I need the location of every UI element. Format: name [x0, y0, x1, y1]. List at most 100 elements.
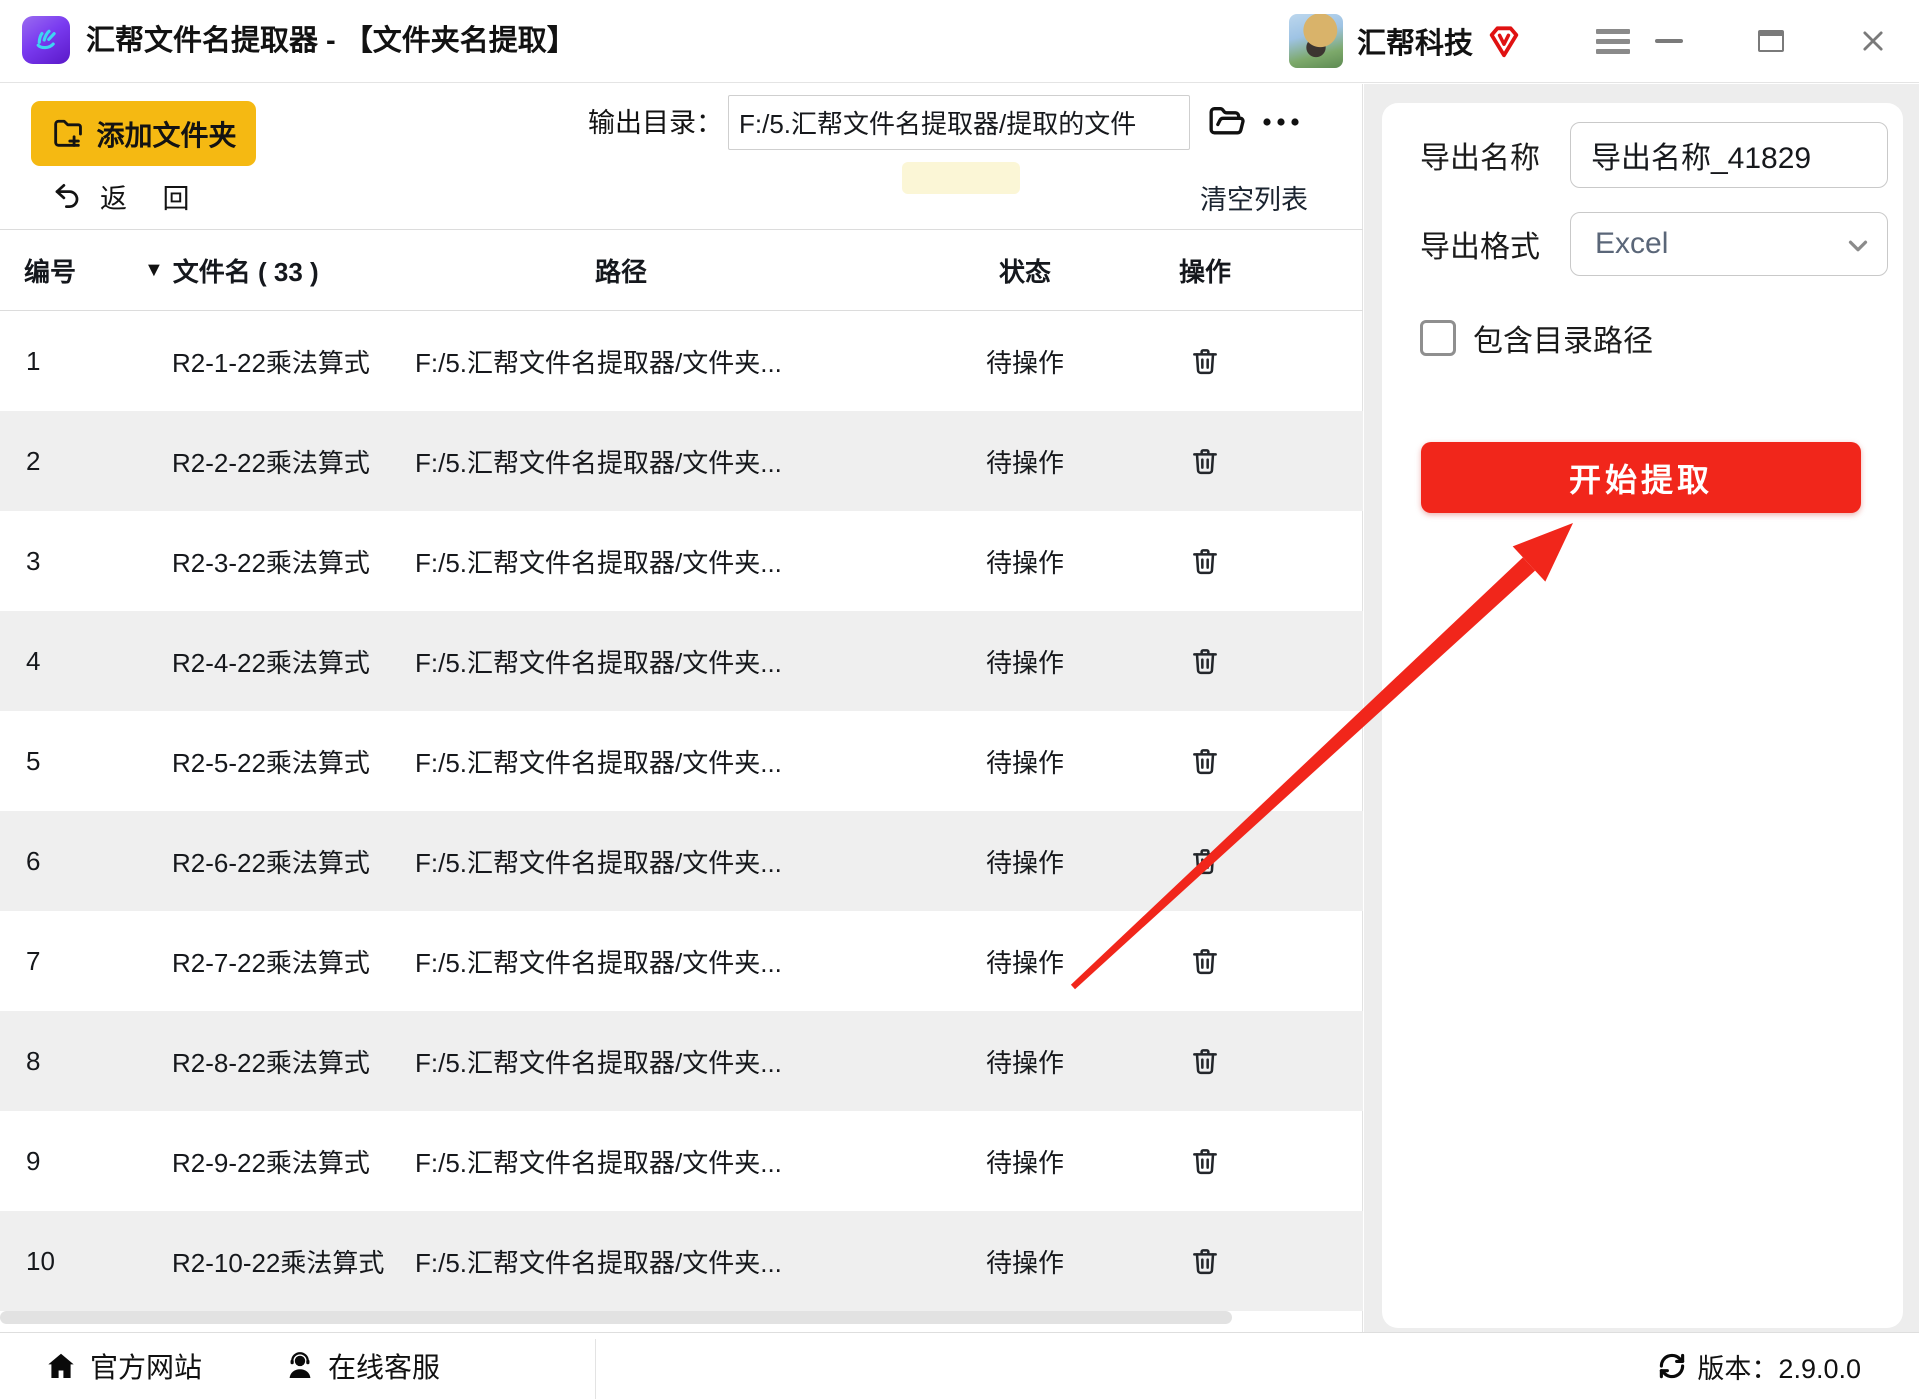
table-row[interactable]: 6 R2-6-22乘法算式 F:/5.汇帮文件名提取器/文件夹... 待操作 — [0, 811, 1363, 911]
close-button[interactable] — [1845, 0, 1901, 82]
statusbar: 官方网站 在线客服 版本：2.9.0.0 — [0, 1332, 1919, 1399]
row-filename: R2-10-22乘法算式 — [172, 1247, 385, 1278]
row-filename: R2-9-22乘法算式 — [172, 1147, 370, 1178]
table-row[interactable]: 1 R2-1-22乘法算式 F:/5.汇帮文件名提取器/文件夹... 待操作 — [0, 311, 1363, 411]
table-row[interactable]: 5 R2-5-22乘法算式 F:/5.汇帮文件名提取器/文件夹... 待操作 — [0, 711, 1363, 811]
export-name-input[interactable] — [1570, 122, 1888, 188]
export-format-label: 导出格式 — [1420, 231, 1540, 264]
vip-badge-icon — [1485, 22, 1523, 60]
header-action: 操作 — [1178, 256, 1231, 287]
table-row[interactable]: 10 R2-10-22乘法算式 F:/5.汇帮文件名提取器/文件夹... 待操作 — [0, 1211, 1363, 1311]
header-filename[interactable]: ▼ 文件名 ( 33 ) — [140, 252, 410, 289]
export-name-label: 导出名称 — [1420, 142, 1540, 175]
delete-row-button[interactable] — [1185, 541, 1225, 581]
trash-icon — [1193, 1149, 1217, 1175]
export-format-select[interactable]: Excel — [1570, 212, 1888, 276]
app-window: 汇帮文件名提取器 - 【文件夹名提取】 汇帮科技 添加文件夹 输出目录： F:/… — [0, 0, 1919, 1399]
table-row[interactable]: 9 R2-9-22乘法算式 F:/5.汇帮文件名提取器/文件夹... 待操作 — [0, 1111, 1363, 1211]
trash-icon — [1193, 1249, 1217, 1275]
hamburger-icon — [1596, 28, 1630, 54]
row-index: 1 — [26, 345, 41, 376]
export-side-panel: 导出名称 导出格式 Excel 包含目录路径 开始提取 — [1364, 84, 1919, 1332]
row-filename: R2-4-22乘法算式 — [172, 647, 370, 678]
home-icon — [48, 1353, 74, 1378]
row-status-badge: 待操作 — [985, 547, 1064, 578]
row-filename: R2-6-22乘法算式 — [172, 847, 370, 878]
chevron-down-icon — [1848, 240, 1868, 252]
row-index: 4 — [26, 645, 41, 676]
row-path: F:/5.汇帮文件名提取器/文件夹... — [415, 1147, 782, 1178]
brand-name: 汇帮科技 — [1356, 28, 1473, 60]
row-filename: R2-8-22乘法算式 — [172, 1047, 370, 1078]
table-row[interactable]: 4 R2-4-22乘法算式 F:/5.汇帮文件名提取器/文件夹... 待操作 — [0, 611, 1363, 711]
user-avatar[interactable] — [1288, 14, 1343, 68]
export-settings-card: 导出名称 导出格式 Excel 包含目录路径 开始提取 — [1382, 103, 1903, 1328]
include-path-label: 包含目录路径 — [1473, 325, 1653, 358]
include-path-checkbox[interactable] — [1420, 320, 1456, 356]
row-index: 6 — [26, 845, 41, 876]
footer-divider — [595, 1339, 596, 1399]
horizontal-scrollbar[interactable] — [0, 1311, 1352, 1324]
delete-row-button[interactable] — [1185, 741, 1225, 781]
table-row[interactable]: 8 R2-8-22乘法算式 F:/5.汇帮文件名提取器/文件夹... 待操作 — [0, 1011, 1363, 1111]
row-index: 8 — [26, 1045, 41, 1076]
add-folder-button[interactable]: 添加文件夹 — [31, 101, 256, 166]
row-status-badge: 待操作 — [985, 1047, 1064, 1078]
delete-row-button[interactable] — [1185, 1241, 1225, 1281]
row-path: F:/5.汇帮文件名提取器/文件夹... — [415, 747, 782, 778]
delete-row-button[interactable] — [1185, 641, 1225, 681]
add-folder-label: 添加文件夹 — [96, 119, 237, 151]
open-folder-icon — [1209, 106, 1245, 134]
row-index: 10 — [26, 1245, 55, 1276]
sort-descending-icon[interactable]: ▼ — [144, 259, 164, 282]
delete-row-button[interactable] — [1185, 841, 1225, 881]
delete-row-button[interactable] — [1185, 1041, 1225, 1081]
official-website-link[interactable]: 官方网站 — [44, 1333, 202, 1399]
row-status-badge: 待操作 — [985, 1147, 1064, 1178]
export-format-row: 导出格式 Excel — [1420, 212, 1903, 276]
browse-folder-button[interactable] — [1201, 101, 1253, 145]
back-button[interactable]: 返 回 — [50, 176, 204, 216]
table-row[interactable]: 7 R2-7-22乘法算式 F:/5.汇帮文件名提取器/文件夹... 待操作 — [0, 911, 1363, 1011]
customer-service-icon — [289, 1352, 311, 1378]
table-row[interactable]: 3 R2-3-22乘法算式 F:/5.汇帮文件名提取器/文件夹... 待操作 — [0, 511, 1363, 611]
row-status-badge: 待操作 — [985, 1247, 1064, 1278]
main-content: 添加文件夹 输出目录： 返 回 清空列表 编号 — [0, 84, 1363, 1332]
row-filename: R2-7-22乘法算式 — [172, 947, 370, 978]
menu-button[interactable] — [1585, 0, 1641, 82]
row-index: 7 — [26, 945, 41, 976]
output-dir-label: 输出目录： — [588, 108, 723, 138]
more-options-button[interactable] — [1258, 108, 1304, 138]
row-path: F:/5.汇帮文件名提取器/文件夹... — [415, 947, 782, 978]
output-dir-input[interactable] — [728, 95, 1190, 150]
trash-icon — [1193, 749, 1217, 775]
row-path: F:/5.汇帮文件名提取器/文件夹... — [415, 1247, 782, 1278]
header-status: 状态 — [998, 256, 1051, 287]
table-row[interactable]: 2 R2-2-22乘法算式 F:/5.汇帮文件名提取器/文件夹... 待操作 — [0, 411, 1363, 511]
file-table: 编号 ▼ 文件名 ( 33 ) 路径 状态 操作 1 R2-1-22乘法算式 F… — [0, 229, 1363, 1311]
delete-row-button[interactable] — [1185, 441, 1225, 481]
online-support-link[interactable]: 在线客服 — [284, 1333, 440, 1399]
row-path: F:/5.汇帮文件名提取器/文件夹... — [415, 647, 782, 678]
maximize-button[interactable] — [1743, 0, 1799, 82]
back-label: 返 回 — [100, 183, 204, 214]
row-status-badge: 待操作 — [985, 347, 1064, 378]
clear-list-button[interactable]: 清空列表 — [1200, 178, 1308, 215]
refresh-icon[interactable] — [1657, 1351, 1687, 1381]
include-path-option[interactable]: 包含目录路径 — [1420, 316, 1903, 360]
table-body: 1 R2-1-22乘法算式 F:/5.汇帮文件名提取器/文件夹... 待操作 2… — [0, 311, 1363, 1311]
maximize-icon — [1758, 30, 1784, 52]
minimize-button[interactable] — [1641, 0, 1697, 82]
start-extract-button[interactable]: 开始提取 — [1421, 442, 1861, 513]
delete-row-button[interactable] — [1185, 1141, 1225, 1181]
version-label: 版本：2.9.0.0 — [1697, 1353, 1861, 1384]
official-website-label: 官方网站 — [90, 1352, 203, 1383]
row-index: 2 — [26, 445, 41, 476]
scrollbar-thumb[interactable] — [0, 1311, 1232, 1324]
table-header: 编号 ▼ 文件名 ( 33 ) 路径 状态 操作 — [0, 229, 1363, 311]
delete-row-button[interactable] — [1185, 341, 1225, 381]
titlebar: 汇帮文件名提取器 - 【文件夹名提取】 汇帮科技 — [0, 0, 1919, 83]
delete-row-button[interactable] — [1185, 941, 1225, 981]
trash-icon — [1193, 449, 1217, 475]
back-arrow-icon — [55, 184, 79, 208]
